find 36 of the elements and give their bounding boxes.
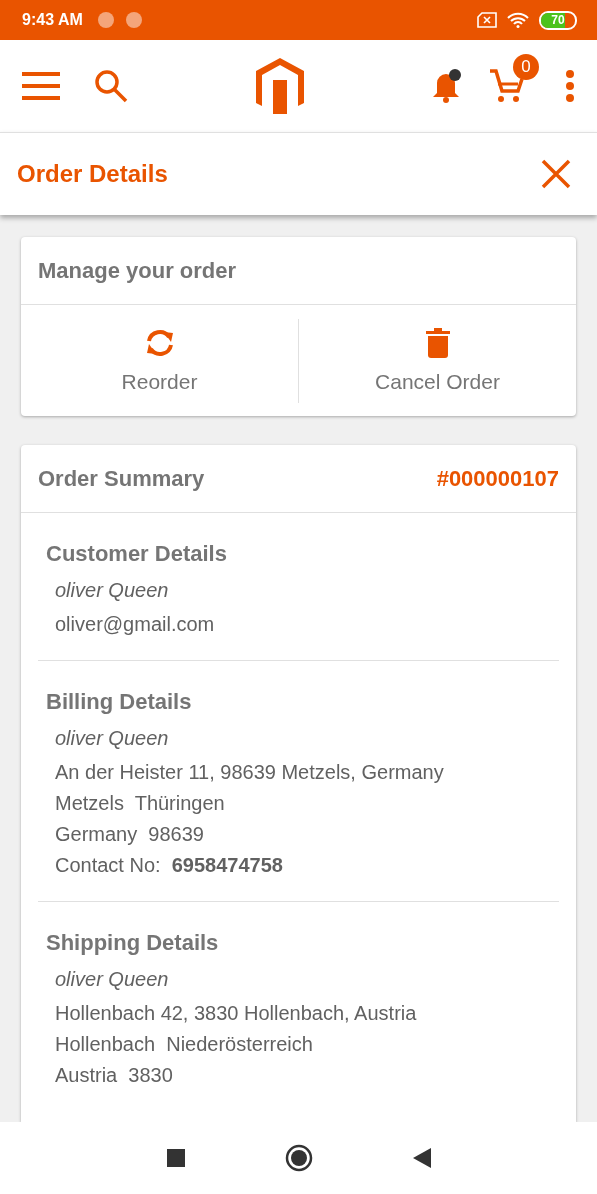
order-number: #000000107: [436, 465, 559, 492]
reorder-button[interactable]: Reorder: [21, 317, 298, 404]
search-icon[interactable]: [94, 69, 128, 103]
logo-icon[interactable]: [254, 58, 305, 114]
customer-name: oliver Queen: [55, 578, 170, 603]
cart-count: 0: [513, 54, 539, 80]
detail-line: Metzels Thüringen: [55, 791, 226, 816]
notification-icon: [96, 11, 115, 29]
customer-name: oliver Queen: [55, 967, 170, 992]
close-icon[interactable]: [541, 159, 571, 189]
detail-line: Contact No: 6958474758: [55, 853, 284, 878]
detail-line: An der Heister 11, 98639 Metzels, Germany: [55, 760, 445, 785]
detail-line: Hollenbach Niederösterreich: [55, 1032, 314, 1057]
page-title: Order Details: [17, 160, 169, 188]
notification-icon: [124, 11, 143, 29]
detail-line: Hollenbach 42, 3830 Hollenbach, Austria: [55, 1001, 418, 1026]
trash-icon: [425, 327, 450, 358]
cancel-order-button[interactable]: Cancel Order: [299, 317, 576, 404]
card-title: Manage your order: [38, 257, 238, 284]
sim-icon: [477, 12, 497, 28]
wifi-icon: [507, 12, 529, 28]
detail-line: oliver@gmail.com: [55, 612, 216, 637]
battery-level: 70: [551, 13, 565, 27]
section-heading: Shipping Details: [46, 930, 220, 956]
section-heading: Billing Details: [46, 689, 193, 715]
recents-icon[interactable]: [166, 1149, 185, 1167]
section-heading: Customer Details: [46, 541, 228, 567]
back-icon[interactable]: [412, 1148, 431, 1168]
home-icon[interactable]: [284, 1144, 313, 1172]
status-time: 9:43 AM: [22, 11, 83, 29]
detail-line: Austria 3830: [55, 1063, 174, 1088]
detail-line: Germany 98639: [55, 822, 205, 847]
customer-name: oliver Queen: [55, 726, 170, 751]
more-icon[interactable]: [565, 69, 575, 103]
card-title: Order Summary: [38, 465, 206, 492]
menu-icon[interactable]: [22, 71, 60, 101]
